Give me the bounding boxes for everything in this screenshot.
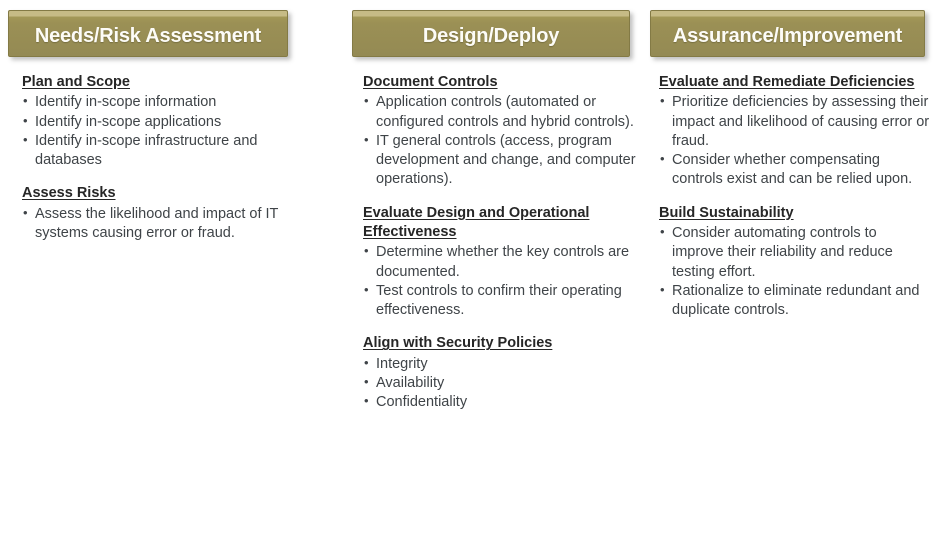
list-item: Application controls (automated or confi… bbox=[363, 92, 640, 132]
phase-column-assurance-improvement: Assurance/Improvement Evaluate and Remed… bbox=[650, 0, 937, 320]
phase-content-2: Document Controls Application controls (… bbox=[324, 57, 650, 413]
section-assess-risks: Assess Risks Assess the likelihood and i… bbox=[22, 184, 310, 243]
list-item: Consider whether compensating controls e… bbox=[659, 150, 931, 190]
list-item: IT general controls (access, program dev… bbox=[363, 131, 640, 190]
process-diagram: Needs/Risk Assessment Plan and Scope Ide… bbox=[0, 0, 937, 541]
list-item: Integrity bbox=[363, 354, 640, 374]
phase-banner-label: Needs/Risk Assessment bbox=[34, 25, 262, 47]
phase-banner-label: Design/Deploy bbox=[422, 25, 560, 47]
phase-content-1: Plan and Scope Identify in-scope informa… bbox=[8, 57, 322, 243]
section-align-with-security-policies: Align with Security Policies Integrity A… bbox=[363, 334, 640, 412]
list-item: Identify in-scope infrastructure and dat… bbox=[22, 131, 310, 171]
phase-content-3: Evaluate and Remediate Deficiencies Prio… bbox=[650, 57, 937, 320]
list-item: Rationalize to eliminate redundant and d… bbox=[659, 281, 931, 321]
bullet-list: Prioritize deficiencies by assessing the… bbox=[659, 92, 931, 190]
bullet-list: Consider automating controls to improve … bbox=[659, 223, 931, 321]
list-item: Assess the likelihood and impact of IT s… bbox=[22, 204, 310, 244]
banner-wrap-3: Assurance/Improvement bbox=[650, 10, 937, 57]
bullet-list: Assess the likelihood and impact of IT s… bbox=[22, 204, 310, 244]
section-evaluate-design-and-operational-effectiveness: Evaluate Design and Operational Effectiv… bbox=[363, 204, 640, 321]
section-heading: Evaluate Design and Operational Effectiv… bbox=[363, 204, 590, 240]
section-plan-and-scope: Plan and Scope Identify in-scope informa… bbox=[22, 73, 310, 170]
section-build-sustainability: Build Sustainability Consider automating… bbox=[659, 204, 931, 321]
section-heading: Align with Security Policies bbox=[363, 335, 553, 352]
phase-banner-label: Assurance/Improvement bbox=[672, 25, 903, 47]
list-item: Determine whether the key controls are d… bbox=[363, 242, 640, 282]
phase-banner-assurance-improvement[interactable]: Assurance/Improvement bbox=[650, 10, 925, 57]
list-item: Prioritize deficiencies by assessing the… bbox=[659, 92, 931, 151]
phase-banner-design-deploy[interactable]: Design/Deploy bbox=[352, 10, 630, 57]
section-heading: Document Controls bbox=[363, 74, 498, 90]
bullet-list: Identify in-scope information Identify i… bbox=[22, 92, 310, 171]
list-item: Test controls to confirm their operating… bbox=[363, 281, 640, 321]
section-document-controls: Document Controls Application controls (… bbox=[363, 73, 640, 190]
list-item: Availability bbox=[363, 373, 640, 393]
phase-column-needs-risk-assessment: Needs/Risk Assessment Plan and Scope Ide… bbox=[0, 0, 322, 243]
section-evaluate-and-remediate-deficiencies: Evaluate and Remediate Deficiencies Prio… bbox=[659, 73, 931, 190]
banner-wrap-2: Design/Deploy bbox=[324, 10, 650, 57]
bullet-list: Integrity Availability Confidentiality bbox=[363, 354, 640, 413]
section-heading: Plan and Scope bbox=[22, 74, 130, 90]
section-heading: Evaluate and Remediate Deficiencies bbox=[659, 74, 915, 90]
list-item: Identify in-scope information bbox=[22, 92, 310, 112]
banner-wrap-1: Needs/Risk Assessment bbox=[8, 10, 322, 57]
phase-column-design-deploy: Design/Deploy Document Controls Applicat… bbox=[322, 0, 650, 413]
list-item: Confidentiality bbox=[363, 392, 640, 412]
phase-banner-needs-risk-assessment[interactable]: Needs/Risk Assessment bbox=[8, 10, 288, 57]
bullet-list: Determine whether the key controls are d… bbox=[363, 242, 640, 321]
section-heading: Assess Risks bbox=[22, 185, 116, 202]
list-item: Consider automating controls to improve … bbox=[659, 223, 931, 282]
section-heading: Build Sustainability bbox=[659, 204, 794, 221]
bullet-list: Application controls (automated or confi… bbox=[363, 92, 640, 190]
list-item: Identify in-scope applications bbox=[22, 112, 310, 132]
